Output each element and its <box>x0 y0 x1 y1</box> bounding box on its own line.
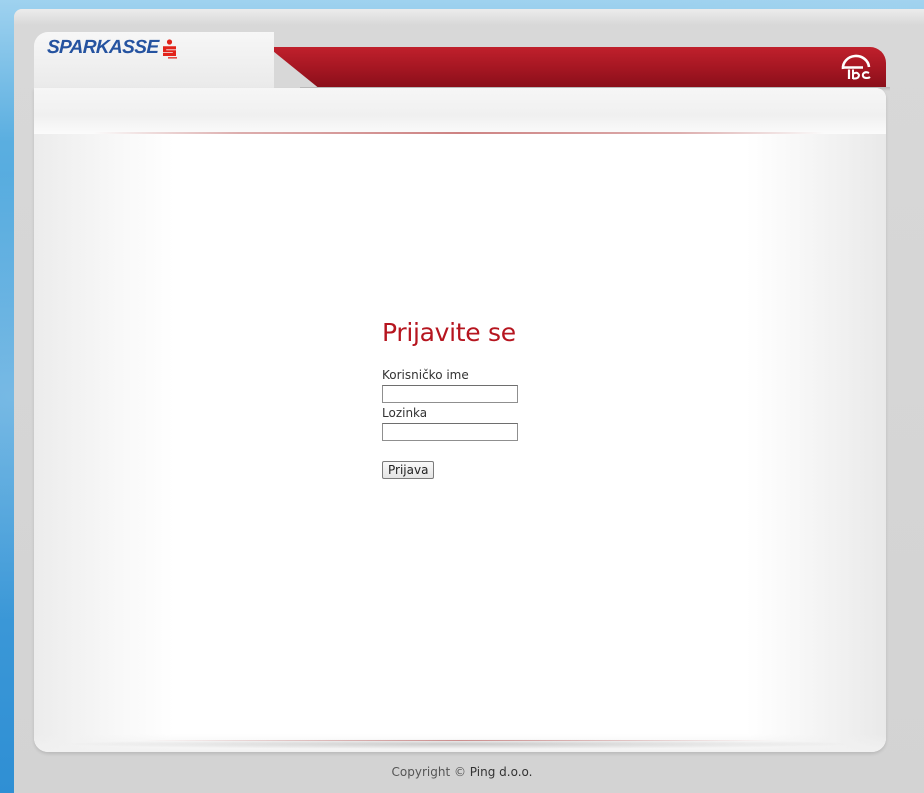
copyright-text: Copyright © <box>391 765 466 779</box>
header-red-band <box>268 47 886 87</box>
ebc-logo-icon <box>841 54 871 80</box>
login-button[interactable]: Prijava <box>382 461 435 479</box>
page-top-shade <box>14 9 924 25</box>
footer: Copyright © Ping d.o.o. <box>0 765 924 779</box>
panel-header-area <box>34 88 886 134</box>
panel-bottom-divider <box>140 740 780 741</box>
logo-text: SPARKASSE <box>46 37 159 58</box>
sparkasse-logo: SPARKASSE <box>46 37 178 60</box>
panel-header-divider <box>94 132 824 134</box>
panel-right-shade <box>746 134 886 752</box>
login-form: Prijavite se Korisničko ime Lozinka Prij… <box>382 318 582 479</box>
copyright-owner: Ping d.o.o. <box>469 765 533 779</box>
sparkasse-s-icon <box>163 39 178 59</box>
username-input[interactable] <box>382 385 518 403</box>
username-label: Korisničko ime <box>382 368 469 382</box>
login-title: Prijavite se <box>382 318 516 347</box>
panel-left-shade <box>34 134 174 752</box>
password-label: Lozinka <box>382 406 428 420</box>
password-input[interactable] <box>382 423 518 441</box>
